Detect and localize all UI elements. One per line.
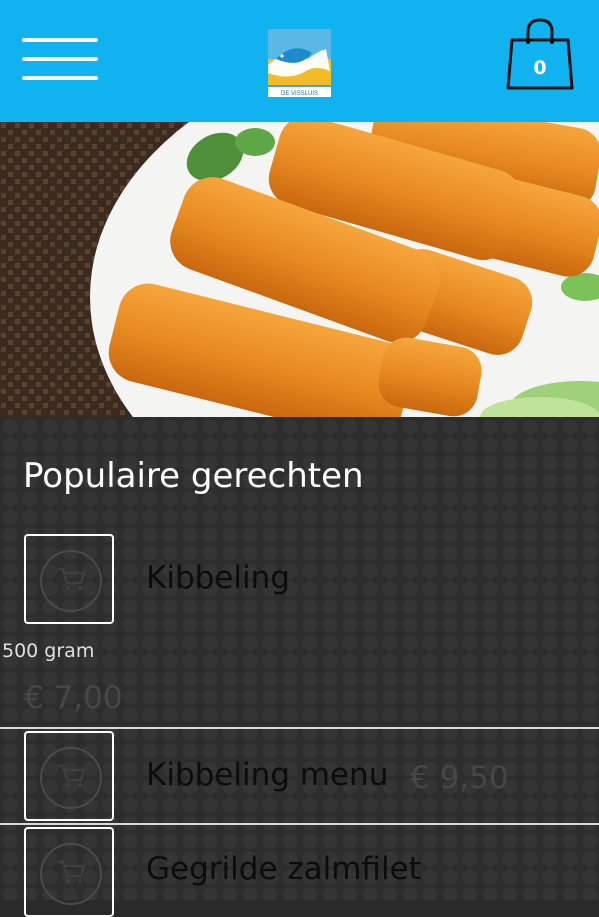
item-price: € 9,50	[410, 760, 509, 796]
fish-logo-icon[interactable]: DE VISSLUIS	[268, 29, 331, 97]
top-bar: DE VISSLUIS 0	[0, 0, 599, 122]
logo-text: DE VISSLUIS	[281, 91, 318, 97]
cart-icon	[58, 860, 86, 884]
item-subtitle: 500 gram	[2, 640, 95, 662]
item-price: € 7,00	[24, 680, 123, 716]
item-name[interactable]: Gegrilde zalmfilet	[146, 851, 421, 887]
shopping-bag-icon	[506, 18, 574, 90]
item-name[interactable]: Kibbeling menu	[146, 757, 388, 793]
item-separator	[0, 823, 599, 825]
hamburger-menu-icon[interactable]	[22, 38, 98, 84]
cart-count-badge: 0	[533, 57, 547, 79]
shopping-bag-button[interactable]: 0	[506, 18, 574, 92]
item-name[interactable]: Kibbeling	[146, 560, 290, 596]
item-thumbnail[interactable]	[24, 534, 114, 624]
cart-icon	[58, 567, 86, 591]
item-separator	[0, 727, 599, 729]
item-thumbnail[interactable]	[24, 827, 114, 917]
item-thumbnail[interactable]	[24, 731, 114, 821]
fish-sticks-photo	[0, 122, 599, 417]
cart-icon	[58, 764, 86, 788]
section-title: Populaire gerechten	[23, 456, 364, 496]
hero-image	[0, 122, 599, 417]
